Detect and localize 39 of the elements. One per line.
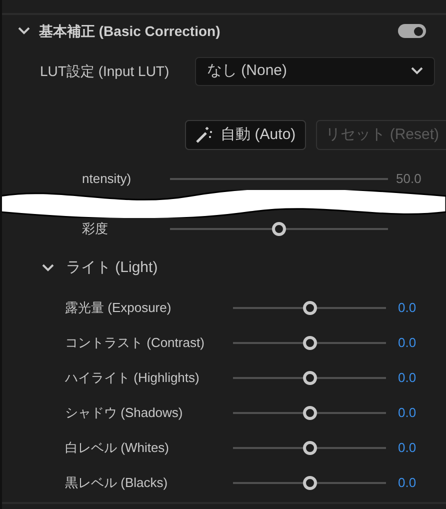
slider-value: 0.0 — [398, 438, 418, 457]
lut-label: LUT設定 (Input LUT) — [40, 62, 170, 81]
slider-value: 0.0 — [398, 404, 418, 422]
slider-label: ハイライト (Highlights) — [65, 368, 200, 387]
section-title: 基本補正 (Basic Correction) — [39, 22, 222, 41]
chevron-icon[interactable] — [42, 264, 54, 272]
subsection-title: ライト (Light) — [66, 258, 158, 278]
slider[interactable] — [233, 336, 386, 350]
slider-value: 50.0 — [396, 170, 422, 188]
toggle-switch[interactable] — [398, 24, 426, 38]
slider-value: 0.0 — [398, 334, 418, 352]
slider-thumb[interactable] — [302, 370, 316, 384]
slider[interactable] — [233, 370, 386, 384]
magic-wand-icon — [194, 126, 213, 144]
slider[interactable] — [233, 300, 386, 314]
slider-label: シャドウ (Shadows) — [65, 404, 184, 422]
slider[interactable] — [233, 406, 386, 420]
slider[interactable] — [170, 222, 388, 236]
auto-button[interactable]: 自動 (Auto) — [184, 120, 306, 150]
chevron-icon[interactable] — [18, 27, 30, 35]
slider-thumb[interactable] — [302, 406, 316, 420]
slider-value: 0.0 — [398, 474, 418, 492]
slider-label: 露光量 (Exposure) — [65, 298, 172, 317]
slider-thumb[interactable] — [302, 440, 316, 454]
chevron-icon — [411, 67, 423, 75]
slider-label: 彩度 — [82, 220, 109, 238]
slider-label: 白レベル (Whites) — [65, 438, 170, 457]
slider-label: ntensity) — [82, 170, 132, 188]
slider-thumb[interactable] — [272, 222, 286, 236]
slider[interactable] — [233, 476, 386, 490]
slider-label: コントラスト (Contrast) — [65, 334, 206, 352]
slider-value: 0.0 — [398, 368, 418, 387]
slider-thumb[interactable] — [302, 336, 316, 350]
slider-thumb[interactable] — [302, 300, 316, 314]
slider-thumb[interactable] — [302, 476, 316, 490]
slider-label: 黒レベル (Blacks) — [65, 474, 169, 492]
slider-value: 0.0 — [398, 298, 418, 317]
slider[interactable] — [233, 440, 386, 454]
lut-dropdown[interactable]: なし (None) — [195, 56, 435, 86]
